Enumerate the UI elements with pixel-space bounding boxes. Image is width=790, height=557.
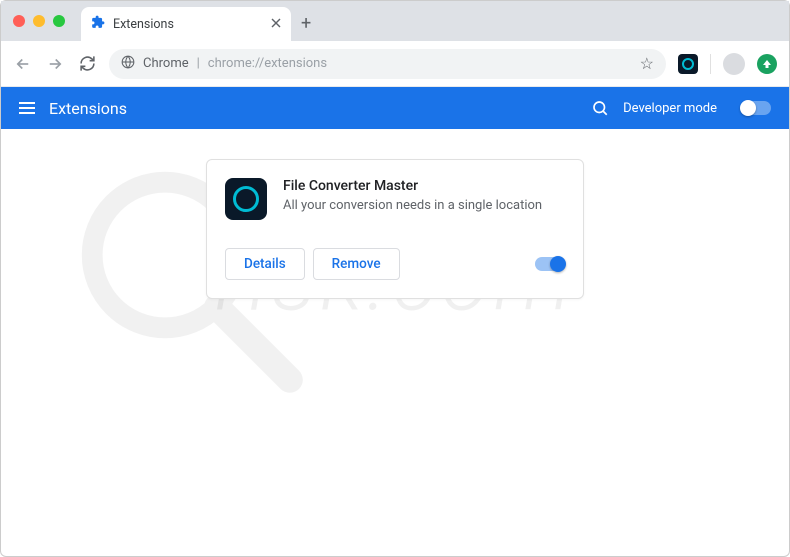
search-icon[interactable] xyxy=(591,99,609,117)
globe-icon xyxy=(121,54,135,73)
omnibox-url: chrome://extensions xyxy=(208,56,327,71)
browser-tab-bar: Extensions + xyxy=(1,1,789,41)
browser-toolbar: Chrome | chrome://extensions ☆ xyxy=(1,41,789,87)
extension-enable-toggle[interactable] xyxy=(535,257,565,271)
profile-avatar[interactable] xyxy=(723,53,745,75)
extension-card: File Converter Master All your conversio… xyxy=(206,159,584,299)
omnibox-separator: | xyxy=(197,56,200,71)
puzzle-icon xyxy=(91,15,105,33)
address-bar[interactable]: Chrome | chrome://extensions ☆ xyxy=(109,49,666,79)
tab-title: Extensions xyxy=(113,17,263,32)
forward-button[interactable] xyxy=(45,54,65,74)
details-button[interactable]: Details xyxy=(225,248,305,280)
page-title: Extensions xyxy=(49,99,577,118)
window-minimize-button[interactable] xyxy=(33,15,45,27)
new-tab-button[interactable]: + xyxy=(301,13,311,34)
back-button[interactable] xyxy=(13,54,33,74)
extension-toolbar-icon[interactable] xyxy=(678,54,698,74)
bookmark-star-icon[interactable]: ☆ xyxy=(640,54,654,73)
extension-name: File Converter Master xyxy=(283,178,565,194)
remove-button[interactable]: Remove xyxy=(313,248,400,280)
developer-mode-label: Developer mode xyxy=(623,101,717,116)
extensions-page-header: Extensions Developer mode xyxy=(1,87,789,129)
omnibox-context: Chrome xyxy=(143,56,189,71)
window-controls xyxy=(13,15,65,27)
tab-close-icon[interactable] xyxy=(271,16,281,32)
extensions-content: File Converter Master All your conversio… xyxy=(1,129,789,329)
hamburger-menu-icon[interactable] xyxy=(19,102,35,114)
extension-icon xyxy=(225,178,267,220)
window-close-button[interactable] xyxy=(13,15,25,27)
toolbar-separator xyxy=(710,54,711,74)
window-maximize-button[interactable] xyxy=(53,15,65,27)
reload-button[interactable] xyxy=(77,54,97,74)
extension-description: All your conversion needs in a single lo… xyxy=(283,198,565,213)
developer-mode-toggle[interactable] xyxy=(741,101,771,115)
update-badge-icon[interactable] xyxy=(757,54,777,74)
browser-tab[interactable]: Extensions xyxy=(81,7,291,41)
